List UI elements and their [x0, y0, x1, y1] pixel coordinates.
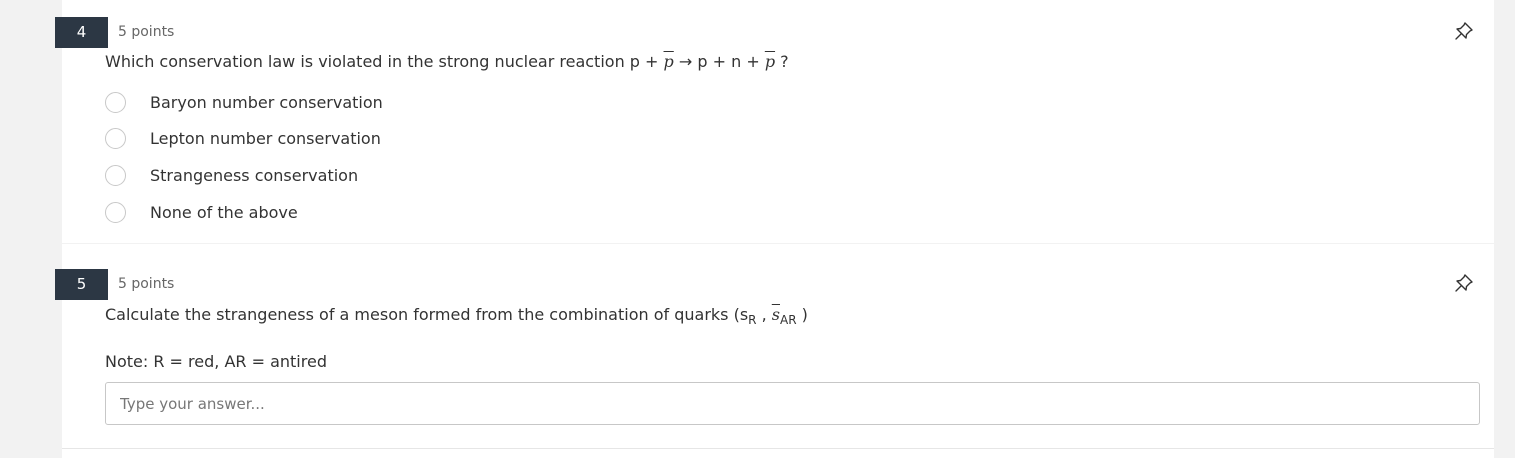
question-number-badge: 5 [55, 269, 108, 300]
question-4-card: 4 5 points Which conservation law is vio… [55, 0, 1494, 243]
option-lepton-number[interactable]: Lepton number conservation [105, 121, 383, 158]
question-5-card: 5 5 points Calculate the strangeness of … [55, 244, 1494, 448]
question-text-suffix: ? [775, 52, 789, 71]
question-text-prefix: Which conservation law is violated in th… [105, 52, 664, 71]
answer-input[interactable] [105, 382, 1480, 425]
question-points: 5 points [118, 276, 175, 292]
anti-strange-quark-symbol: s [771, 305, 780, 324]
radio-button-icon[interactable] [105, 201, 126, 223]
question-note: Note: R = red, AR = antired [105, 352, 327, 371]
subscript-antired: AR [780, 313, 797, 328]
antiproton-symbol: p [663, 52, 674, 71]
option-label: None of the above [150, 202, 298, 222]
pin-icon[interactable] [1454, 273, 1474, 293]
option-label: Strangeness conservation [150, 165, 359, 185]
question-number-badge: 4 [55, 17, 108, 48]
question-text-suffix: ) [796, 305, 808, 324]
question-text-prefix: Calculate the strangeness of a meson for… [105, 305, 749, 324]
option-label: Lepton number conservation [150, 129, 381, 149]
question-text: Which conservation law is violated in th… [105, 52, 789, 71]
option-none-of-the-above[interactable]: None of the above [105, 194, 383, 231]
question-text: Calculate the strangeness of a meson for… [105, 305, 808, 327]
option-label: Baryon number conservation [150, 92, 383, 112]
radio-button-icon[interactable] [105, 91, 126, 113]
question-text-middle: → p + n + [673, 52, 765, 71]
antiproton-symbol: p [764, 52, 776, 71]
separator: , [756, 305, 772, 324]
option-strangeness[interactable]: Strangeness conservation [105, 157, 383, 194]
answer-options: Baryon number conservation Lepton number… [105, 84, 383, 230]
question-points: 5 points [118, 24, 175, 40]
subscript-red: R [748, 313, 757, 328]
radio-button-icon[interactable] [105, 128, 126, 150]
pin-icon[interactable] [1454, 21, 1474, 41]
radio-button-icon[interactable] [105, 164, 126, 186]
option-baryon-number[interactable]: Baryon number conservation [105, 84, 383, 121]
